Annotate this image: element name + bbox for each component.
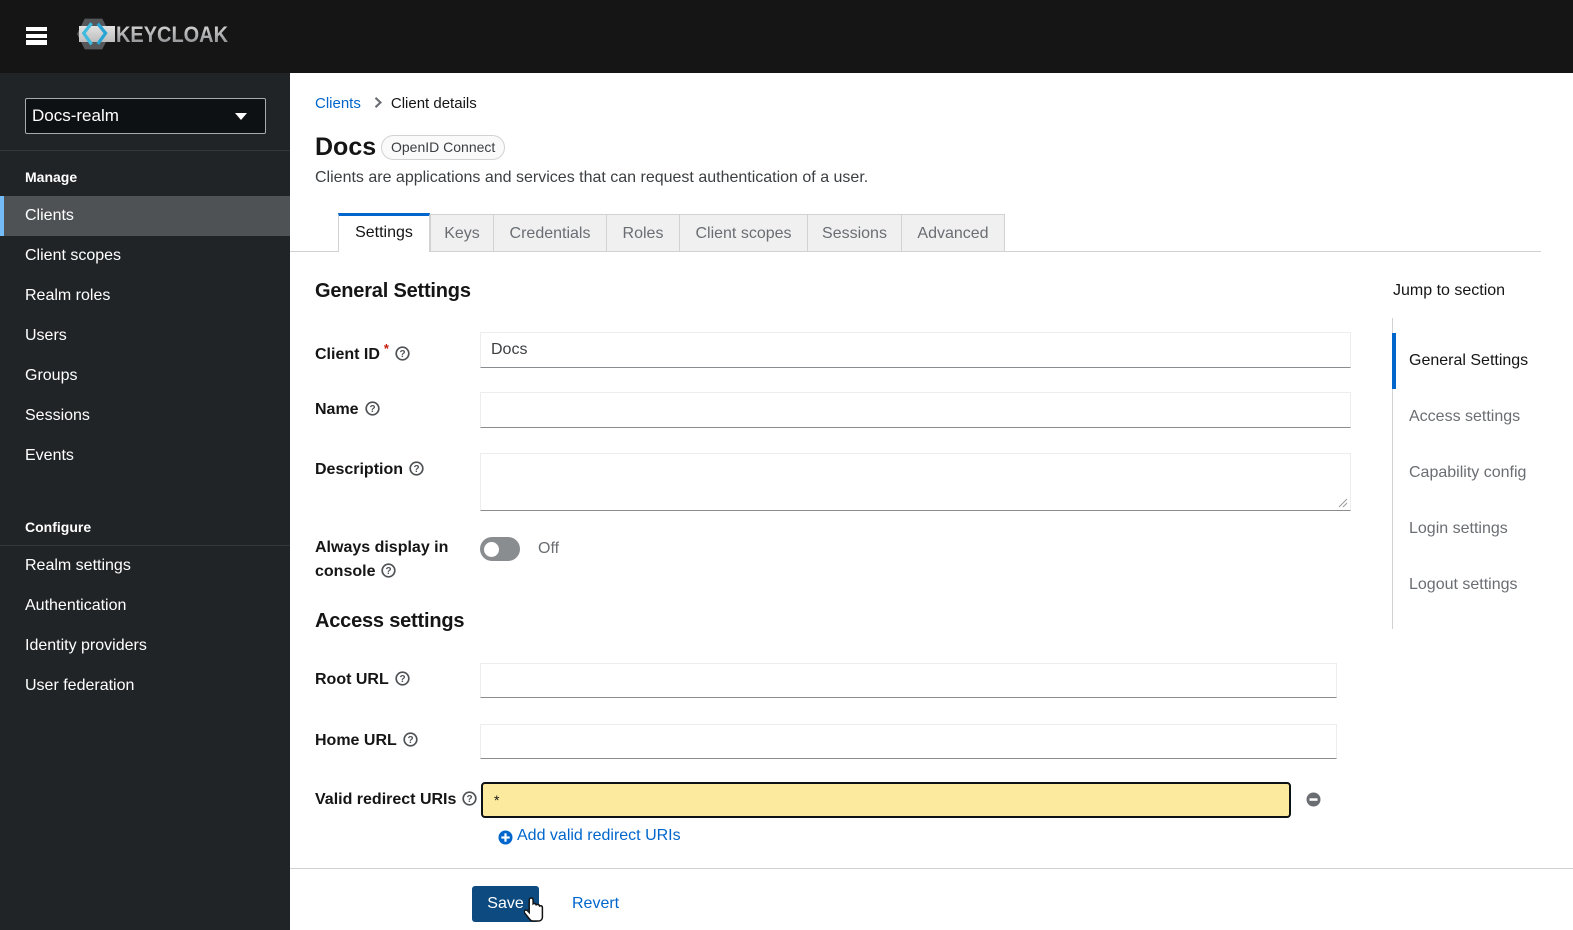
svg-text:?: ? — [467, 794, 473, 805]
svg-text:?: ? — [407, 735, 413, 746]
svg-text:?: ? — [399, 349, 405, 360]
svg-text:?: ? — [386, 566, 392, 577]
svg-text:?: ? — [369, 404, 375, 415]
svg-text:?: ? — [413, 464, 419, 475]
svg-text:KEYCLOAK: KEYCLOAK — [116, 22, 228, 47]
svg-text:?: ? — [399, 674, 405, 685]
